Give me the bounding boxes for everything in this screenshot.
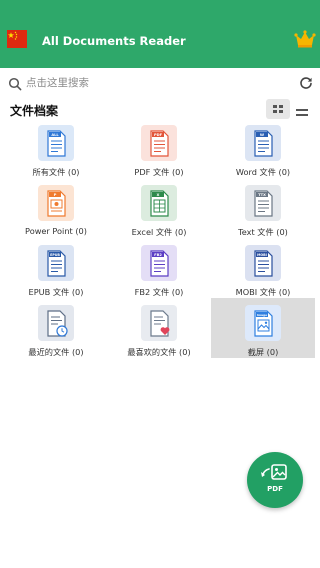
image-to-pdf-button[interactable]: PDF [247, 452, 303, 508]
crown-icon[interactable] [294, 30, 316, 48]
category-fb2[interactable]: FB2 FB2 文件 (0) [107, 240, 211, 300]
category-label: MOBI 文件 (0) [235, 287, 291, 297]
category-mobi[interactable]: MOBI MOBI 文件 (0) [211, 240, 315, 300]
screenshot-files-icon: Image [245, 305, 281, 341]
category-power-point[interactable]: P Power Point (0) [4, 180, 108, 240]
category-label: PDF 文件 (0) [134, 167, 184, 177]
search-input[interactable] [26, 74, 276, 92]
image-to-pdf-icon [261, 464, 287, 480]
svg-text:PDF: PDF [154, 133, 163, 137]
excel-file-icon: X [141, 185, 177, 221]
fb2-file-icon: FB2 [141, 245, 177, 281]
category-screenshots[interactable]: Image 截屏 (0) [211, 298, 315, 358]
recent-files-icon [38, 305, 74, 341]
category-word[interactable]: W Word 文件 (0) [211, 120, 315, 180]
category-all-files[interactable]: ALL 所有文件 (0) [4, 120, 108, 180]
category-label: 最近的文件 (0) [28, 347, 84, 357]
grid-view-button[interactable] [266, 99, 290, 119]
favorite-files-icon [141, 305, 177, 341]
list-view-button[interactable] [296, 104, 308, 116]
search-icon[interactable] [8, 76, 22, 91]
epub-file-icon: EPUB [38, 245, 74, 281]
category-label: FB2 文件 (0) [134, 287, 184, 297]
grid-view-icon [273, 105, 283, 113]
category-label: Excel 文件 (0) [131, 227, 187, 237]
svg-text:Image: Image [257, 313, 267, 317]
category-label: 最喜欢的文件 (0) [127, 347, 191, 357]
category-favorites[interactable]: 最喜欢的文件 (0) [107, 300, 211, 360]
category-label: Text 文件 (0) [238, 227, 288, 237]
category-text[interactable]: TTX Text 文件 (0) [211, 180, 315, 240]
app-title: All Documents Reader [42, 34, 186, 48]
svg-text:MOBI: MOBI [257, 253, 267, 257]
all-files-icon: ALL [38, 125, 74, 161]
category-recent[interactable]: 最近的文件 (0) [4, 300, 108, 360]
svg-text:EPUB: EPUB [50, 253, 60, 257]
svg-text:P: P [54, 192, 57, 197]
category-label: 所有文件 (0) [32, 167, 80, 177]
category-excel[interactable]: X Excel 文件 (0) [107, 180, 211, 240]
fab-label: PDF [267, 485, 283, 493]
svg-text:TTX: TTX [258, 193, 266, 197]
china-flag-icon[interactable] [7, 30, 27, 48]
app-bar: All Documents Reader [0, 0, 320, 68]
svg-text:X: X [157, 192, 160, 197]
powerpoint-file-icon: P [38, 185, 74, 221]
pdf-file-icon: PDF [141, 125, 177, 161]
category-label: Word 文件 (0) [235, 167, 291, 177]
refresh-icon[interactable] [299, 75, 313, 89]
list-view-icon [296, 109, 308, 116]
category-label: EPUB 文件 (0) [28, 287, 84, 297]
mobi-file-icon: MOBI [245, 245, 281, 281]
svg-text:FB2: FB2 [154, 253, 162, 257]
section-title: 文件档案 [10, 104, 59, 118]
word-file-icon: W [245, 125, 281, 161]
category-label: Power Point (0) [25, 226, 87, 236]
category-epub[interactable]: EPUB EPUB 文件 (0) [4, 240, 108, 300]
svg-text:ALL: ALL [51, 133, 59, 137]
category-pdf[interactable]: PDF PDF 文件 (0) [107, 120, 211, 180]
category-label: 截屏 (0) [247, 347, 279, 357]
text-file-icon: TTX [245, 185, 281, 221]
search-bar [0, 68, 320, 98]
